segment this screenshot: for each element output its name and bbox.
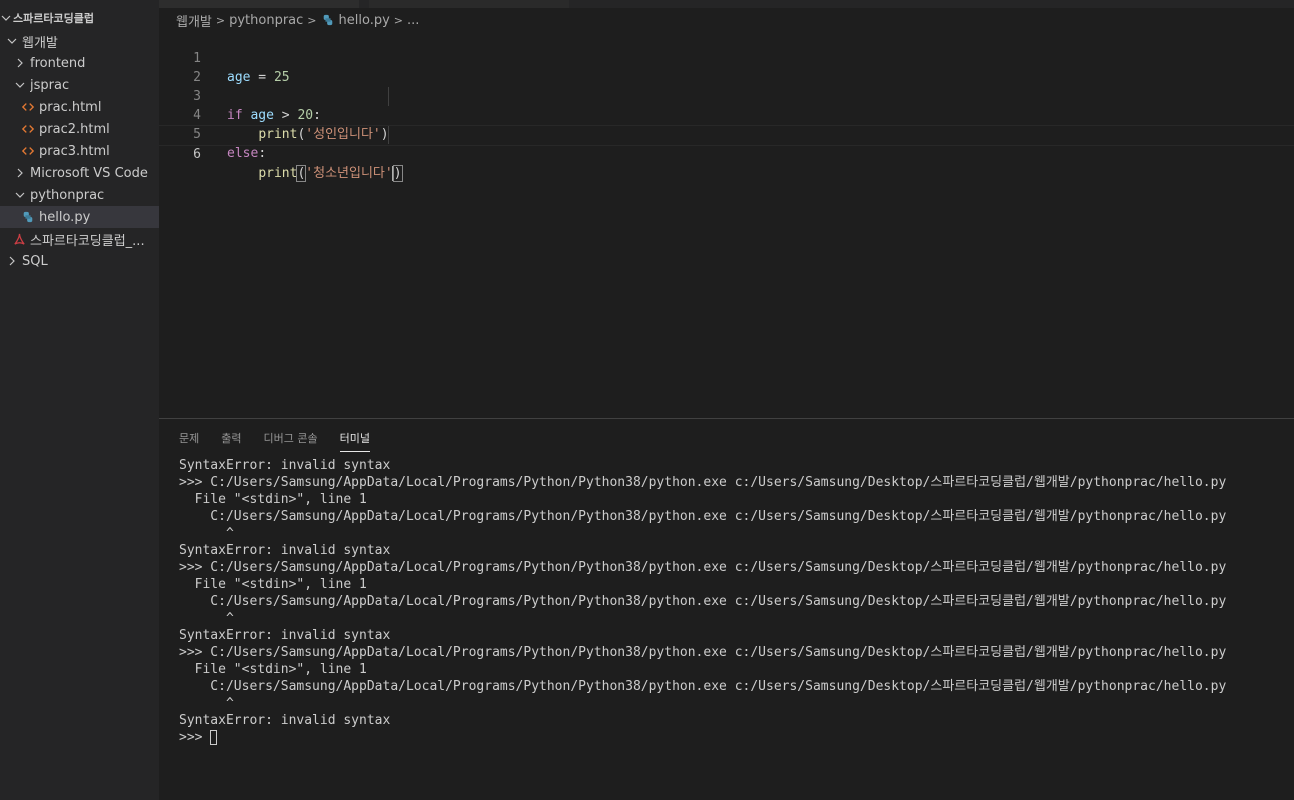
tree-folder-pythonprac[interactable]: pythonprac [0, 184, 159, 206]
bottom-panel: 문제 출력 디버그 콘솔 터미널 SyntaxError: invalid sy… [159, 418, 1294, 800]
pdf-file-icon [12, 232, 26, 246]
tree-item-label: 스파르타코딩클럽_... [30, 233, 145, 249]
tab-debug-console[interactable]: 디버그 콘솔 [264, 427, 318, 451]
tree-file-hello-py[interactable]: hello.py [0, 206, 159, 228]
tree-folder-jsprac[interactable]: jsprac [0, 74, 159, 96]
tree-item-label: frontend [30, 55, 86, 71]
code-text: else: [227, 146, 267, 161]
code-line: 3 if age > 20: [159, 68, 1294, 123]
html-file-icon [21, 144, 35, 158]
tree-item-label: jsprac [30, 77, 70, 93]
chevron-right-icon: > [215, 13, 226, 27]
tree-item-label: prac2.html [39, 121, 110, 137]
terminal-line: >>> C:/Users/Samsung/AppData/Local/Progr… [179, 645, 1227, 660]
chevron-right-icon: > [393, 13, 403, 27]
python-file-icon [21, 210, 35, 224]
editor-tab[interactable] [159, 0, 359, 8]
terminal-line: >>> C:/Users/Samsung/AppData/Local/Progr… [179, 475, 1227, 490]
terminal-line: File "<stdin>", line 1 [179, 492, 367, 507]
terminal-line: C:/Users/Samsung/AppData/Local/Programs/… [179, 509, 1227, 524]
tab-output[interactable]: 출력 [221, 427, 241, 451]
tree-file-prac2-html[interactable]: prac2.html [0, 118, 159, 140]
tree-file-prac3-html[interactable]: prac3.html [0, 140, 159, 162]
terminal-line: ^ [179, 696, 234, 711]
chevron-right-icon [6, 255, 18, 267]
chevron-down-icon [14, 189, 26, 201]
tree-item-label: Microsoft VS Code [30, 165, 148, 181]
terminal-line: SyntaxError: invalid syntax [179, 543, 391, 558]
tree-item-label: prac3.html [39, 143, 110, 159]
line-number: 6 [193, 147, 201, 162]
code-editor[interactable]: 1 age = 25 2 3 if age > 20: 4 print('성인입… [159, 30, 1294, 418]
breadcrumb-item-pythonprac[interactable]: pythonprac [229, 13, 303, 28]
tab-problems[interactable]: 문제 [179, 427, 199, 451]
tree-file-prac-html[interactable]: prac.html [0, 96, 159, 118]
terminal-line: SyntaxError: invalid syntax [179, 628, 391, 643]
tree-item-label: prac.html [39, 99, 102, 115]
html-file-icon [21, 122, 35, 136]
editor-tab[interactable] [369, 0, 569, 8]
tree-item-label: hello.py [39, 209, 91, 225]
terminal-output[interactable]: SyntaxError: invalid syntax >>> C:/Users… [179, 457, 1294, 800]
tree-item-label: 웹개발 [22, 35, 58, 51]
tab-terminal[interactable]: 터미널 [339, 427, 370, 452]
tree-item-label: SQL [22, 253, 48, 269]
explorer-sidebar: 스파르타코딩클럽 웹개발 frontend jsprac prac.html p… [0, 0, 159, 800]
explorer-root[interactable]: 스파르타코딩클럽 [0, 7, 159, 29]
code-line: 4 print('성인입니다') [159, 87, 1294, 142]
chevron-right-icon [14, 57, 26, 69]
tree-folder-microsoft-vs-code[interactable]: Microsoft VS Code [0, 162, 159, 184]
terminal-line: C:/Users/Samsung/AppData/Local/Programs/… [179, 679, 1227, 694]
terminal-prompt-line[interactable]: >>> [179, 729, 1294, 746]
breadcrumb-item-webdev[interactable]: 웹개발 [176, 11, 212, 30]
terminal-line: SyntaxError: invalid syntax [179, 458, 391, 473]
terminal-line: ^ [179, 526, 234, 541]
terminal-line: File "<stdin>", line 1 [179, 662, 367, 677]
code-line: 2 [159, 49, 1294, 85]
editor-tab-bar [159, 0, 1294, 8]
chevron-right-icon [14, 167, 26, 179]
code-line-current: 6 print('청소년입니다') [159, 125, 1294, 182]
code-text: print('청소년입니다') [258, 165, 403, 182]
terminal-line: File "<stdin>", line 1 [179, 577, 367, 592]
terminal-prompt: >>> [179, 730, 211, 745]
python-file-icon [321, 13, 335, 27]
breadcrumb-item-symbols[interactable]: ... [407, 13, 419, 28]
tree-item-label: pythonprac [30, 187, 105, 203]
breadcrumb: 웹개발 > pythonprac > hello.py > ... [176, 10, 419, 30]
terminal-line: SyntaxError: invalid syntax [179, 713, 391, 728]
chevron-down-icon [0, 12, 12, 24]
terminal-line: C:/Users/Samsung/AppData/Local/Programs/… [179, 594, 1227, 609]
html-file-icon [21, 100, 35, 114]
tree-folder-sql[interactable]: SQL [0, 250, 159, 272]
terminal-cursor [210, 730, 218, 745]
chevron-right-icon: > [307, 13, 317, 27]
terminal-line: ^ [179, 611, 234, 626]
terminal-line: >>> C:/Users/Samsung/AppData/Local/Progr… [179, 560, 1227, 575]
tree-folder-webdev[interactable]: 웹개발 [0, 30, 159, 52]
chevron-down-icon [14, 79, 26, 91]
tree-file-pdf[interactable]: 스파르타코딩클럽_... [0, 228, 159, 250]
panel-tabs: 문제 출력 디버그 콘솔 터미널 [179, 427, 392, 453]
tree-folder-frontend[interactable]: frontend [0, 52, 159, 74]
explorer-root-label: 스파르타코딩클럽 [13, 12, 94, 25]
chevron-down-icon [6, 35, 18, 47]
code-line: 1 age = 25 [159, 30, 1294, 85]
code-line: 5 else: [159, 106, 1294, 161]
breadcrumb-item-hello-py[interactable]: hello.py [339, 13, 390, 28]
